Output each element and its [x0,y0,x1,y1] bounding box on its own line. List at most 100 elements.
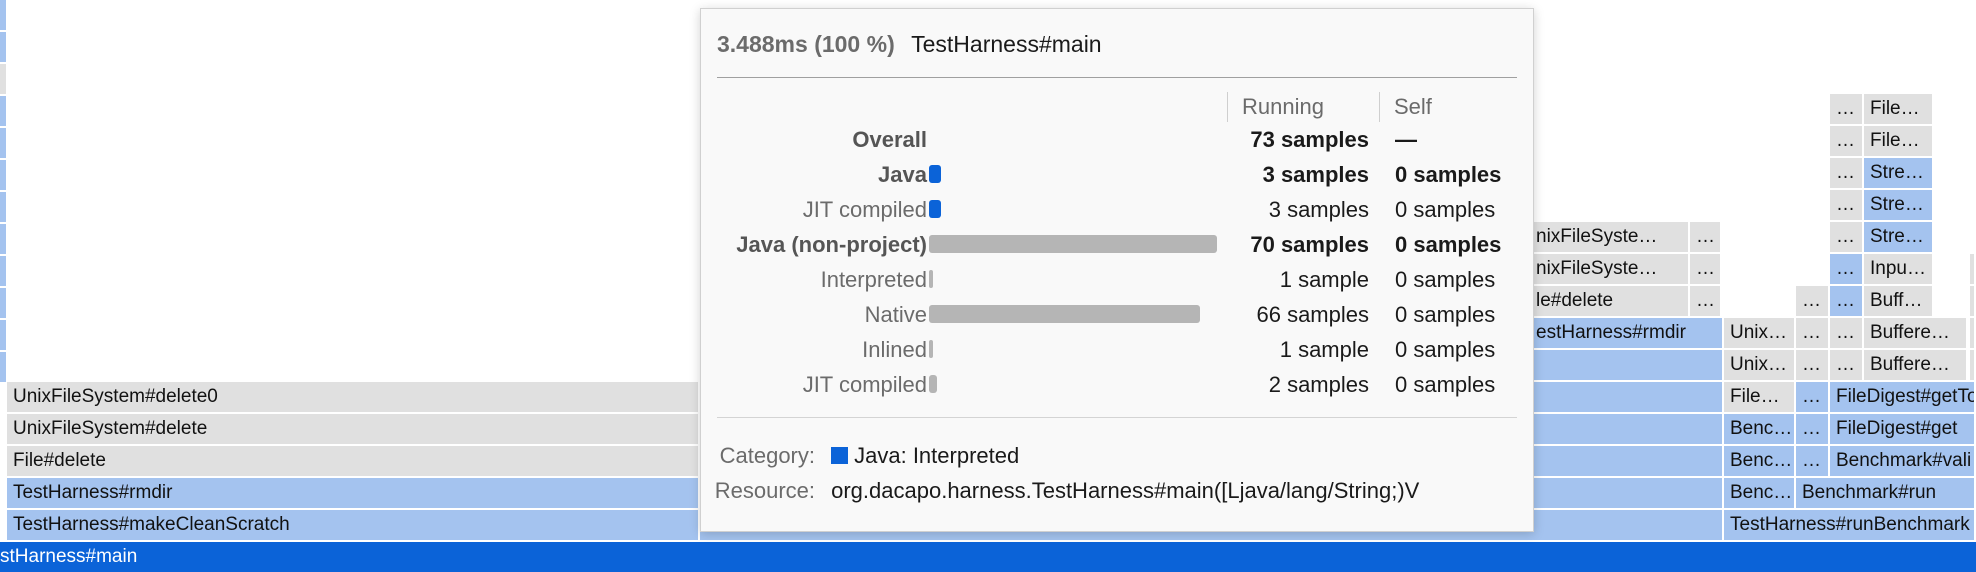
frame-edge[interactable] [0,256,6,288]
flame-frame[interactable]: Stre… [1864,158,1934,188]
frame-edge[interactable] [0,64,6,96]
flame-frame[interactable]: Buffere… [1864,350,1968,380]
flame-frame[interactable]: Buff… [1864,286,1934,316]
row-self: — [1395,127,1417,152]
flame-frame[interactable]: FileDigest#get [1830,414,1976,444]
flame-frame[interactable]: TestHarness#runBenchmark [1724,510,1976,540]
flame-frame[interactable]: … [1830,254,1864,284]
row-self: 0 samples [1395,302,1496,327]
flame-frame[interactable]: … [1830,190,1864,220]
row-label: Java [878,162,927,187]
flame-frame[interactable]: … [1830,158,1864,188]
flame-frame[interactable] [1970,254,1976,284]
category-swatch [831,447,849,464]
flame-frame[interactable]: File… [1864,126,1934,156]
running-bar [929,305,1200,323]
running-bar [929,200,941,218]
flame-frame[interactable]: UnixFileSystem#delete0 [7,382,700,412]
running-bar [929,235,1217,253]
flame-frame[interactable]: … [1796,414,1830,444]
flame-frame[interactable]: … [1796,318,1830,348]
flame-frame[interactable]: Unix… [1724,350,1796,380]
flame-frame[interactable]: … [1690,222,1722,252]
flame-frame[interactable]: … [1690,286,1722,316]
divider [717,417,1517,418]
row-label: Native [864,302,927,327]
tooltip-duration: 3.488ms (100 %) [717,31,895,57]
frame-edge[interactable] [0,224,6,256]
flame-frame[interactable] [1970,318,1976,348]
category-key: Category: [719,443,815,468]
frame-edge[interactable] [0,96,6,128]
flame-frame[interactable]: Benchmark#vali [1830,446,1976,476]
flame-frame[interactable]: Inpu… [1864,254,1934,284]
tooltip-row-native: Native 66 samples 0 samples [701,298,1535,332]
flame-frame[interactable]: … [1830,126,1864,156]
tooltip-function-name: TestHarness#main [911,31,1102,57]
running-bar [929,340,933,358]
flame-frame[interactable]: Stre… [1864,222,1934,252]
tooltip-title: 3.488ms (100 %) TestHarness#main [717,31,1102,58]
flame-frame[interactable]: Benc… [1724,446,1796,476]
flame-frame[interactable] [1970,350,1976,380]
row-running: 2 samples [1268,372,1369,397]
flame-frame[interactable]: nixFileSyste… [1530,254,1690,284]
flame-frame[interactable]: nixFileSyste… [1530,222,1690,252]
frame-edge[interactable] [0,160,6,192]
flame-frame[interactable]: FileDigest#getTo [1830,382,1976,412]
flame-frame[interactable]: … [1796,350,1830,380]
tooltip-row-interpreted: Interpreted 1 sample 0 samples [701,263,1535,297]
flame-frame[interactable]: UnixFileSystem#delete [7,414,700,444]
frame-edge[interactable] [0,32,6,64]
flame-frame[interactable]: le#delete [1530,286,1690,316]
frame-edge[interactable] [0,320,6,352]
tooltip-row-overall: Overall 73 samples — [701,123,1535,157]
flame-frame[interactable] [1530,350,1724,380]
row-label: Overall [852,127,927,152]
row-label: Interpreted [820,267,927,292]
row-label: JIT compiled [802,372,927,397]
flame-frame[interactable]: … [1830,318,1864,348]
flame-frame[interactable]: Benchmark#run [1796,478,1976,508]
row-running: 1 sample [1279,267,1369,292]
flame-frame[interactable] [1970,286,1976,316]
running-bar [929,375,937,393]
flame-frame[interactable]: … [1796,446,1830,476]
frame-edge[interactable] [0,192,6,224]
tooltip-row-inlined: Inlined 1 sample 0 samples [701,333,1535,367]
flame-frame[interactable]: Buffere… [1864,318,1968,348]
frame-edge[interactable] [0,0,6,32]
row-running: 1 sample [1279,337,1369,362]
resource-value: org.dacapo.harness.TestHarness#main([Lja… [831,478,1420,503]
flame-frame[interactable]: File… [1864,94,1934,124]
row-label: Java (non-project) [736,232,927,257]
column-header-self: Self [1379,92,1432,122]
flame-frame[interactable]: TestHarness#rmdir [7,478,700,508]
flame-frame[interactable]: estHarness#rmdir [1530,318,1724,348]
flame-frame[interactable]: … [1830,350,1864,380]
flame-frame[interactable]: … [1830,286,1864,316]
flame-frame-selected[interactable]: stHarness#main [0,542,1976,572]
flame-frame[interactable]: File#delete [7,446,700,476]
frame-edge[interactable] [0,352,6,384]
row-running: 66 samples [1256,302,1369,327]
tooltip-row-jit-compiled: JIT compiled 3 samples 0 samples [701,193,1535,227]
flame-frame[interactable]: Benc… [1724,414,1796,444]
flame-frame[interactable]: … [1690,254,1722,284]
frame-edge[interactable] [0,288,6,320]
row-running: 3 samples [1268,197,1369,222]
flame-frame[interactable]: … [1830,94,1864,124]
flame-frame[interactable]: … [1830,222,1864,252]
row-running: 3 samples [1262,162,1369,187]
frame-edge[interactable] [0,128,6,160]
flame-frame[interactable]: TestHarness#makeCleanScratch [7,510,700,540]
flame-frame[interactable]: … [1796,286,1830,316]
flame-frame[interactable]: … [1796,382,1830,412]
row-self: 0 samples [1395,337,1496,362]
flame-frame[interactable]: Stre… [1864,190,1934,220]
flame-frame[interactable]: Benc… [1724,478,1796,508]
row-self: 0 samples [1395,267,1496,292]
flame-frame[interactable]: File… [1724,382,1796,412]
flame-frame[interactable]: Unix… [1724,318,1796,348]
resource-key: Resource: [714,478,815,503]
